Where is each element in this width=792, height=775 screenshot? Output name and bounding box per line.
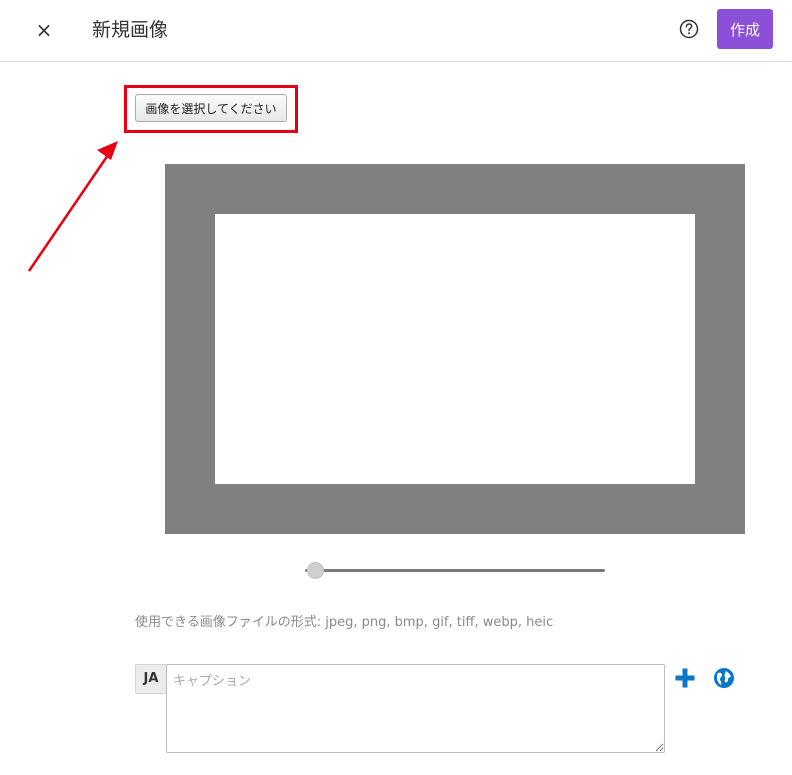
help-icon[interactable]: [679, 19, 699, 39]
supported-formats-note: 使用できる画像ファイルの形式: jpeg, png, bmp, gif, tif…: [135, 615, 554, 630]
page-title: 新規画像: [92, 19, 169, 41]
close-button[interactable]: ×: [34, 18, 54, 42]
zoom-slider-thumb[interactable]: [307, 562, 324, 579]
annotation-arrow: [27, 141, 118, 272]
image-preview-area[interactable]: [215, 214, 695, 484]
create-button[interactable]: 作成: [717, 9, 773, 49]
image-preview-frame: [165, 164, 745, 534]
language-badge: JA: [135, 664, 167, 694]
zoom-slider-track[interactable]: [305, 569, 605, 572]
close-icon: ×: [35, 18, 53, 42]
select-image-button[interactable]: 画像を選択してください: [135, 94, 287, 122]
caption-input[interactable]: [166, 664, 665, 753]
globe-icon[interactable]: [713, 667, 735, 689]
dialog-header: × 新規画像 作成: [0, 0, 792, 62]
plus-icon[interactable]: [674, 667, 696, 689]
